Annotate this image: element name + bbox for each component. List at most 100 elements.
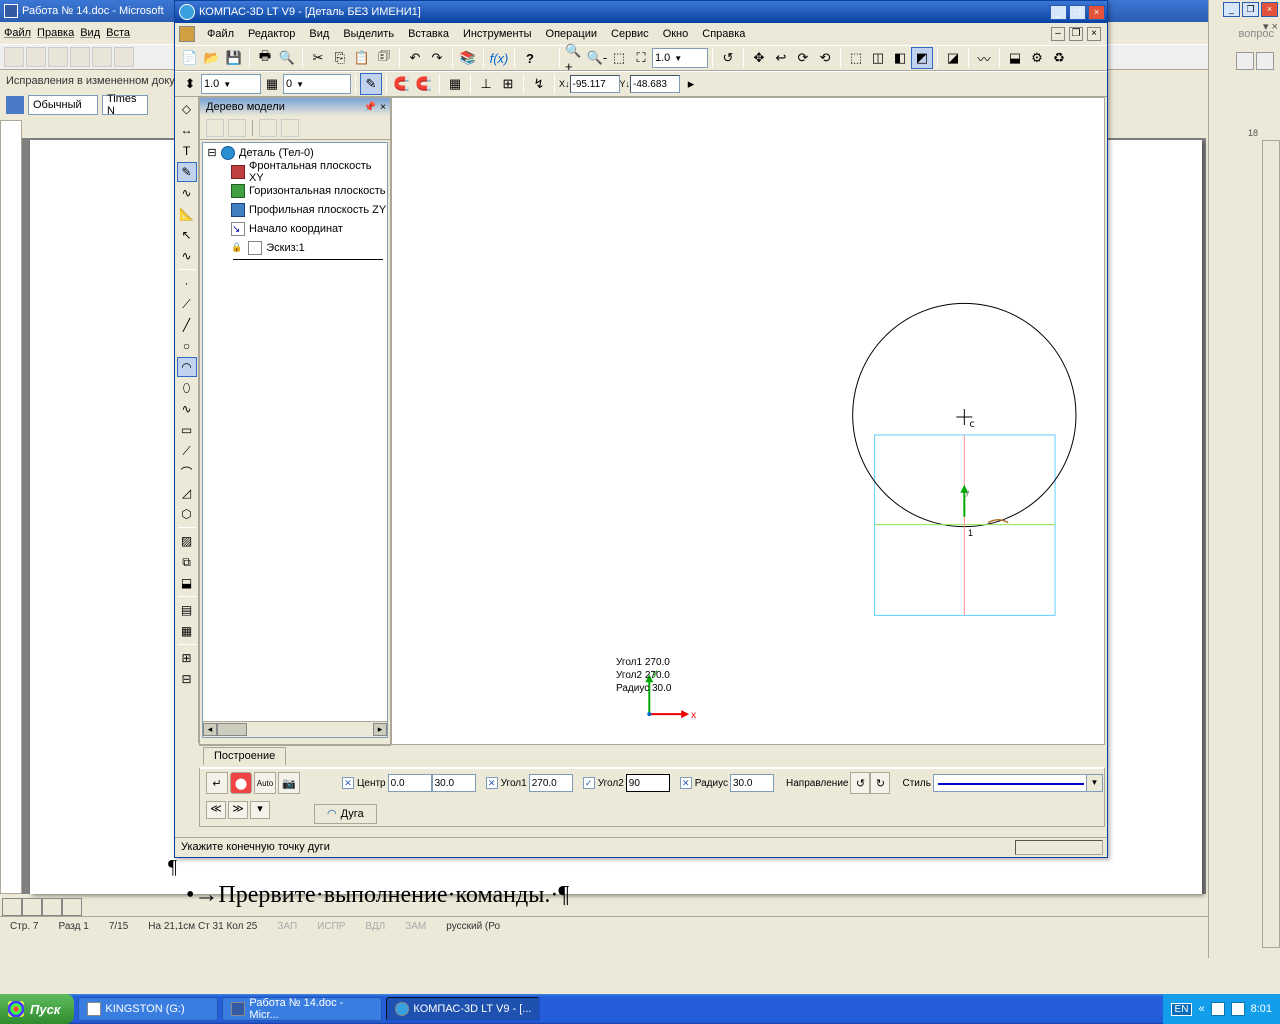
tree-item-zy-plane[interactable]: Профильная плоскость ZY: [203, 200, 387, 219]
model-tree-panel[interactable]: Дерево модели 📌× ⊟ Деталь (Тел-0) Фронта…: [199, 97, 391, 745]
font-dropdown[interactable]: Times N: [102, 95, 148, 115]
select-icon[interactable]: ↖: [177, 225, 197, 245]
scroll-right-icon[interactable]: ▸: [373, 723, 387, 736]
open-icon[interactable]: 📂: [201, 47, 223, 69]
new-doc-icon[interactable]: [4, 47, 24, 67]
chamfer-icon[interactable]: ◿: [177, 483, 197, 503]
rotate-icon[interactable]: ↺: [717, 47, 739, 69]
word-vscrollbar[interactable]: [1262, 140, 1280, 948]
outline-view-icon[interactable]: [62, 898, 82, 916]
scroll-left-icon[interactable]: ◂: [203, 723, 217, 736]
coord-toggle-icon[interactable]: ▸: [680, 73, 702, 95]
angle2-input[interactable]: [626, 774, 670, 792]
polyline-icon[interactable]: ⟋: [177, 441, 197, 461]
spline-icon[interactable]: ∿: [177, 246, 197, 266]
print-icon[interactable]: [70, 47, 90, 67]
dir-ccw-icon[interactable]: ↺: [850, 772, 870, 794]
minimize-button[interactable]: _: [1223, 2, 1240, 17]
menu-help[interactable]: Справка: [696, 26, 751, 42]
kompas-toolbar-1[interactable]: 📄 📂 💾 🖶 🔍 ✂ ⎘ 📋 🗊 ↶ ↷ 📚 f(x) ? 🔍+ 🔍- ⬚ ⛶…: [175, 45, 1107, 71]
zoom-window-icon[interactable]: ⬚: [608, 47, 630, 69]
tree-cfg1-icon[interactable]: [259, 119, 277, 137]
ortho-icon[interactable]: ⊥: [475, 73, 497, 95]
tree-item-sketch[interactable]: 🔒Эскиз:1: [203, 238, 387, 257]
grid-icon[interactable]: ▦: [444, 73, 466, 95]
read-icon[interactable]: [1236, 52, 1254, 70]
dir-cw-icon[interactable]: ↻: [870, 772, 890, 794]
drawing-canvas[interactable]: y x y Угол1 270.0 Угол2 270.0 Радиус 30.…: [391, 97, 1105, 745]
table2-icon[interactable]: ▦: [177, 621, 197, 641]
tray-icon-2[interactable]: [1231, 1002, 1245, 1016]
child-close-button[interactable]: ×: [1087, 27, 1101, 41]
radius-check[interactable]: ✕: [680, 777, 692, 789]
redraw-icon[interactable]: ⟳: [792, 47, 814, 69]
table1-icon[interactable]: ▤: [177, 600, 197, 620]
tree-item-origin[interactable]: Начало координат: [203, 219, 387, 238]
word-menu-file[interactable]: Файл: [4, 27, 31, 39]
outer-window-controls[interactable]: _ ❐ ×: [1223, 2, 1278, 17]
style-icon[interactable]: [6, 96, 24, 114]
close-button[interactable]: ×: [1261, 2, 1278, 17]
menu-insert[interactable]: Вставка: [402, 26, 455, 42]
nav-menu-icon[interactable]: ▾: [250, 801, 270, 819]
tree-body[interactable]: ⊟ Деталь (Тел-0) Фронтальная плоскость X…: [202, 142, 388, 738]
word-menu-insert[interactable]: Вста: [106, 27, 130, 39]
preview-icon[interactable]: 🔍: [276, 47, 298, 69]
ellipse-icon[interactable]: ⬯: [177, 378, 197, 398]
hidden-icon[interactable]: ◫: [867, 47, 889, 69]
pan-icon[interactable]: ✥: [748, 47, 770, 69]
center-check[interactable]: ✕: [342, 777, 354, 789]
magnet-off-icon[interactable]: 🧲: [413, 73, 435, 95]
help-icon[interactable]: ?: [519, 47, 541, 69]
collect-icon[interactable]: ⬓: [177, 573, 197, 593]
save-icon[interactable]: [48, 47, 68, 67]
measure-icon[interactable]: 📐: [177, 204, 197, 224]
text-icon[interactable]: T: [177, 141, 197, 161]
local-cs-icon[interactable]: ↯: [528, 73, 550, 95]
angle1-check[interactable]: ✕: [486, 777, 498, 789]
save-icon[interactable]: 💾: [223, 47, 245, 69]
word-menu-view[interactable]: Вид: [80, 27, 100, 39]
zoom-fit-icon[interactable]: ⛶: [630, 47, 652, 69]
kompas-left-toolbar[interactable]: ◇ ↔ T ✎ ∿ 📐 ↖ ∿ · ⟋ ╱ ○ ◠ ⬯ ∿ ▭ ⟋ ⌒ ◿ ⬡ …: [175, 97, 199, 743]
cut-icon[interactable]: ✂: [307, 47, 329, 69]
menu-view[interactable]: Вид: [303, 26, 335, 42]
section-icon[interactable]: ⬓: [1004, 47, 1026, 69]
spell-icon[interactable]: [114, 47, 134, 67]
paste-icon[interactable]: 📋: [351, 47, 373, 69]
point-icon[interactable]: ·: [177, 273, 197, 293]
lang-indicator[interactable]: EN: [1171, 1003, 1193, 1016]
menu-window[interactable]: Окно: [657, 26, 695, 42]
wireframe-icon[interactable]: ⬚: [845, 47, 867, 69]
kompas-minimize-button[interactable]: _: [1050, 5, 1067, 20]
fillet-icon[interactable]: ⌒: [177, 462, 197, 482]
new-icon[interactable]: 📄: [179, 47, 201, 69]
child-restore-button[interactable]: ❐: [1069, 27, 1083, 41]
hatch-icon[interactable]: ▨: [177, 531, 197, 551]
sketch-mode-icon[interactable]: ✎: [360, 73, 382, 95]
circle-icon[interactable]: ○: [177, 336, 197, 356]
layer-dropdown[interactable]: 0▼: [283, 74, 351, 94]
tree-hscrollbar[interactable]: ◂ ▸: [203, 721, 387, 737]
zoom-out-icon[interactable]: 🔍-: [586, 47, 608, 69]
geometry-icon[interactable]: ◇: [177, 99, 197, 119]
create-button[interactable]: ↵: [206, 772, 228, 794]
zoom-prev-icon[interactable]: ↩: [770, 47, 792, 69]
grid1-icon[interactable]: ⊞: [177, 648, 197, 668]
shaded-icon[interactable]: ◧: [889, 47, 911, 69]
menu-operations[interactable]: Операции: [540, 26, 603, 42]
equidist-icon[interactable]: ⧉: [177, 552, 197, 572]
tree-close-icon[interactable]: ×: [380, 102, 386, 113]
menu-service[interactable]: Сервис: [605, 26, 655, 42]
copy-icon[interactable]: ⎘: [329, 47, 351, 69]
print-icon[interactable]: 🖶: [254, 47, 276, 69]
kompas-close-button[interactable]: ×: [1088, 5, 1105, 20]
snap-icon[interactable]: ⊞: [497, 73, 519, 95]
zoom-scale-dropdown[interactable]: 1.0▼: [652, 48, 708, 68]
perspective-icon[interactable]: ◪: [942, 47, 964, 69]
toolbar-icon[interactable]: [1256, 52, 1274, 70]
restore-button[interactable]: ❐: [1242, 2, 1259, 17]
system-tray[interactable]: EN « 8:01: [1163, 994, 1280, 1024]
rebuild-icon[interactable]: ♻: [1048, 47, 1070, 69]
word-view-buttons[interactable]: [2, 898, 82, 916]
